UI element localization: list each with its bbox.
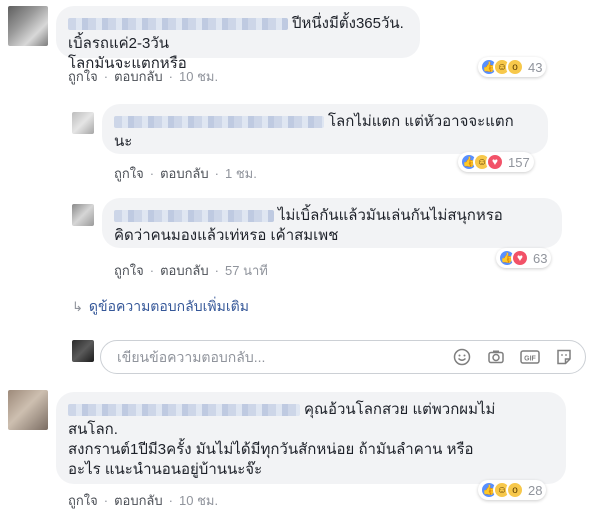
blurred-name[interactable]	[68, 18, 288, 31]
timestamp[interactable]: 10 ชม.	[179, 69, 218, 84]
comment-text: ไม่เบิ้ลกันแล้วมันเล่นกันไม่สนุกหรอ	[278, 207, 503, 224]
comment-text: คุณอ้วนโลกสวย แต่พวกผมไม่	[304, 401, 496, 418]
blurred-name[interactable]	[114, 210, 274, 223]
like-link[interactable]: ถูกใจ	[114, 263, 144, 278]
reaction-summary[interactable]: 👍 ♥ 63	[496, 248, 552, 268]
separator: ·	[149, 263, 155, 278]
reaction-summary[interactable]: 👍 ☺ o 43	[478, 57, 547, 77]
comment-bubble: ไม่เบิ้ลกันแล้วมันเล่นกันไม่สนุกหรอ คิดว…	[102, 198, 562, 248]
separator: ·	[168, 69, 173, 84]
reply-link[interactable]: ตอบกลับ	[114, 493, 163, 508]
separator: ·	[103, 69, 109, 84]
comment-text: สงกรานต์1ปีมี3ครั้ง มันไม่ได้มีทุกวันสัก…	[68, 441, 474, 458]
like-link[interactable]: ถูกใจ	[68, 69, 98, 84]
love-icon: ♥	[486, 153, 504, 171]
blurred-name[interactable]	[114, 116, 324, 129]
separator: ·	[103, 493, 109, 508]
wow-icon: o	[506, 58, 524, 76]
separator: ·	[168, 493, 173, 508]
wow-icon: o	[506, 481, 524, 499]
comment-bubble: โลกไม่แตก แต่หัวอาจจะแตก นะ	[102, 104, 548, 154]
comment-text: คิดว่าคนมองแล้วเท่หรอ เค้าสมเพช	[114, 227, 339, 244]
reply-link[interactable]: ตอบกลับ	[160, 166, 209, 181]
sticker-icon[interactable]	[553, 346, 575, 368]
avatar[interactable]	[72, 112, 94, 134]
reaction-count: 28	[528, 482, 543, 498]
like-link[interactable]: ถูกใจ	[114, 166, 144, 181]
comment-bubble: ปีหนึ่งมีตั้ง365วัน. เบิ้ลรถแค่2-3วัน โล…	[56, 6, 420, 72]
reply-link[interactable]: ตอบกลับ	[160, 263, 209, 278]
timestamp[interactable]: 10 ชม.	[179, 493, 218, 508]
comment-text: โลกไม่แตก แต่หัวอาจจะแตก	[328, 113, 514, 130]
separator: ·	[214, 263, 219, 278]
emoji-icon[interactable]	[451, 346, 473, 368]
reply-composer: GIF	[100, 340, 586, 374]
comment-actions: ถูกใจ · ตอบกลับ · 1 ชม.	[114, 163, 257, 184]
separator: ·	[214, 166, 219, 181]
like-link[interactable]: ถูกใจ	[68, 493, 98, 508]
love-icon: ♥	[511, 249, 529, 267]
avatar[interactable]	[72, 204, 94, 226]
gif-icon[interactable]: GIF	[519, 346, 541, 368]
comment-actions: ถูกใจ · ตอบกลับ · 10 ชม.	[68, 66, 218, 87]
timestamp[interactable]: 57 นาที	[225, 263, 268, 278]
reaction-count: 63	[533, 250, 548, 266]
avatar[interactable]	[8, 6, 48, 46]
avatar	[72, 340, 94, 362]
separator: ·	[149, 166, 155, 181]
reaction-count: 43	[528, 59, 543, 75]
more-replies-link[interactable]: ↳ ดูข้อความตอบกลับเพิ่มเติม	[72, 296, 249, 318]
reply-link[interactable]: ตอบกลับ	[114, 69, 163, 84]
comment-actions: ถูกใจ · ตอบกลับ · 57 นาที	[114, 260, 268, 281]
comment-text: นะ	[114, 133, 133, 150]
reaction-count: 157	[508, 154, 530, 170]
camera-icon[interactable]	[485, 346, 507, 368]
comment-actions: ถูกใจ · ตอบกลับ · 10 ชม.	[68, 490, 218, 511]
reply-input[interactable]	[115, 348, 439, 366]
blurred-name[interactable]	[68, 404, 300, 417]
avatar[interactable]	[8, 390, 48, 430]
svg-text:GIF: GIF	[524, 356, 536, 363]
comment-bubble: คุณอ้วนโลกสวย แต่พวกผมไม่ สนโลก. สงกรานต…	[56, 392, 566, 484]
reply-arrow-icon: ↳	[72, 299, 83, 314]
comment-text: อะไร แนะนำนอนอยู่บ้านนะจ๊ะ	[68, 461, 263, 478]
more-replies-label: ดูข้อความตอบกลับเพิ่มเติม	[88, 298, 249, 314]
timestamp[interactable]: 1 ชม.	[225, 166, 257, 181]
reaction-summary[interactable]: 👍 ☺ ♥ 157	[458, 152, 534, 172]
comment-text: สนโลก.	[68, 421, 118, 438]
reaction-summary[interactable]: 👍 ☺ o 28	[478, 480, 547, 500]
